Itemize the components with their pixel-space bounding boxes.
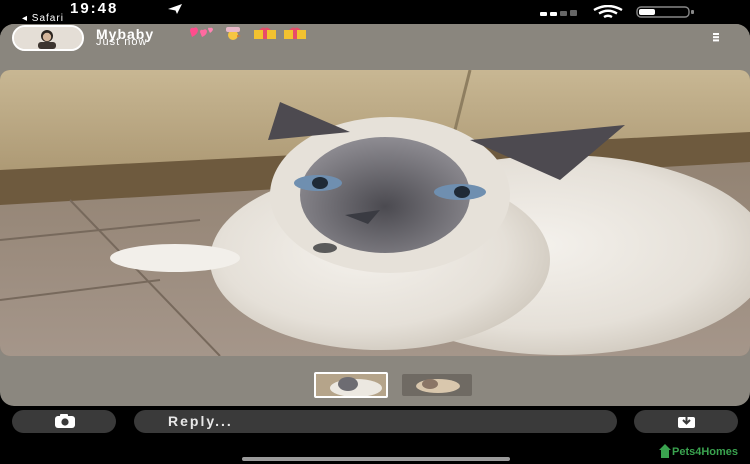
pets4homes-logo-icon [659,444,671,458]
watermark-text: Pets4Homes [672,446,739,458]
signal-bars-icon [540,10,577,16]
back-to-safari-link[interactable]: ◂ Safari [22,13,64,24]
pets4homes-watermark: Pets4Homes [658,442,744,460]
story-thumb-1[interactable] [314,372,388,398]
story-thumb-2-image [402,374,472,396]
story-thumb-2[interactable] [402,374,472,396]
cat-photo-image [0,70,750,356]
status-bar: 19:48 ◂ Safari [0,0,750,24]
location-arrow-icon [168,4,182,14]
story-timestamp: Just now [96,36,148,48]
hearts-emoji [190,27,213,37]
gift-box-emoji [254,27,276,39]
battery-icon [636,6,694,18]
download-icon [678,414,695,428]
story-header: Mybaby Just now [0,24,750,70]
reply-placeholder: Reply... [168,413,233,429]
story-card: Mybaby Just now [0,24,750,406]
story-thumbnails [0,372,750,398]
download-button[interactable] [634,410,738,433]
home-indicator[interactable] [242,457,510,461]
wifi-icon [593,5,623,19]
cat-photo[interactable] [0,70,750,356]
story-thumb-1-image [316,374,386,396]
gift-box-emoji [284,27,306,39]
avatar[interactable] [12,25,84,51]
more-vertical-icon[interactable] [711,32,721,42]
avatar-image [14,27,82,49]
baby-chick-emoji [226,27,241,40]
camera-button[interactable] [12,410,116,433]
camera-icon [55,414,75,428]
reply-input[interactable]: Reply... [134,410,617,433]
username-emoji-decorations [190,27,306,40]
status-time: 19:48 [70,0,119,17]
